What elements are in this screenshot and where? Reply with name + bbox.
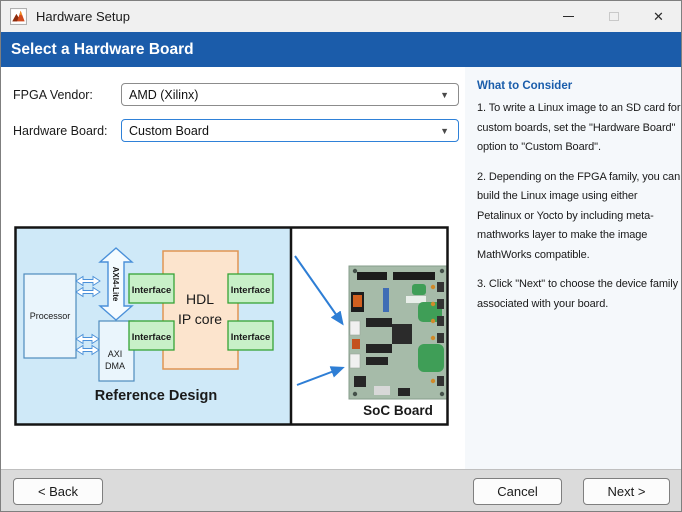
content-area: FPGA Vendor: AMD (Xilinx) ▼ Hardware Boa…: [1, 67, 465, 469]
close-icon: ✕: [653, 9, 664, 24]
hdl-ip-core-box: [162, 250, 239, 370]
window-title: Hardware Setup: [36, 9, 130, 24]
hardware-board-row: Hardware Board: Custom Board ▼: [13, 119, 459, 142]
close-button[interactable]: ✕: [636, 1, 681, 32]
page-title: Select a Hardware Board: [11, 40, 194, 58]
hardware-board-dropdown[interactable]: Custom Board ▼: [121, 119, 459, 142]
svg-text:Interface: Interface: [132, 332, 172, 343]
wizard-header: Select a Hardware Board: [1, 32, 681, 67]
axi4-lite-label: AXI4-Lite: [111, 267, 120, 302]
interface-box-bottom-right: Interface: [227, 320, 274, 351]
cancel-button[interactable]: Cancel: [473, 478, 562, 505]
reference-design-label: Reference Design: [95, 388, 218, 404]
fpga-vendor-row: FPGA Vendor: AMD (Xilinx) ▼: [13, 83, 459, 106]
fpga-vendor-dropdown[interactable]: AMD (Xilinx) ▼: [121, 83, 459, 106]
maximize-button[interactable]: [591, 1, 636, 32]
fpga-vendor-label: FPGA Vendor:: [13, 87, 93, 102]
interface-box-bottom-left: Interface: [128, 320, 175, 351]
help-paragraph-3: 3. Click "Next" to choose the device fam…: [477, 278, 678, 310]
axi-dma-label-line2: DMA: [105, 361, 125, 371]
hardware-setup-window: Hardware Setup ✕ Select a Hardware Board…: [0, 0, 682, 512]
back-button[interactable]: < Back: [13, 478, 103, 505]
processor-label: Processor: [30, 311, 71, 321]
dropdown-arrow-icon: ▼: [440, 125, 449, 136]
interface-box-top-right: Interface: [227, 273, 274, 304]
fpga-vendor-value: AMD (Xilinx): [129, 87, 199, 102]
minimize-icon: [563, 16, 574, 17]
help-panel: What to Consider 1. To write a Linux ima…: [465, 67, 681, 469]
hardware-board-value: Custom Board: [129, 123, 209, 138]
hdl-label-line2: IP core: [178, 311, 222, 327]
svg-text:Interface: Interface: [231, 332, 271, 343]
soc-board-label: SoC Board: [363, 403, 433, 418]
architecture-diagram: Processor AXI4-Lite AXI DMA HDL IP core: [14, 226, 449, 426]
soc-board-image: [348, 265, 448, 400]
help-panel-title: What to Consider: [477, 80, 573, 92]
maximize-icon: [608, 12, 619, 21]
interface-box-top-left: Interface: [128, 273, 175, 304]
svg-text:Interface: Interface: [132, 285, 172, 296]
dropdown-arrow-icon: ▼: [440, 89, 449, 100]
axi-dma-label-line1: AXI: [108, 349, 123, 359]
help-paragraph-1: 1. To write a Linux image to an SD card …: [477, 102, 681, 153]
svg-text:Interface: Interface: [231, 285, 271, 296]
minimize-button[interactable]: [546, 1, 591, 32]
hardware-board-label: Hardware Board:: [13, 123, 108, 138]
footer-bar: < Back Cancel Next >: [1, 469, 681, 511]
matlab-logo-icon: [10, 8, 27, 25]
main-area: FPGA Vendor: AMD (Xilinx) ▼ Hardware Boa…: [1, 67, 681, 469]
window-controls: ✕: [546, 1, 681, 32]
hdl-label-line1: HDL: [186, 291, 214, 307]
help-paragraph-2: 2. Depending on the FPGA family, you can…: [477, 170, 681, 261]
titlebar: Hardware Setup ✕: [1, 1, 681, 32]
next-button[interactable]: Next >: [583, 478, 670, 505]
